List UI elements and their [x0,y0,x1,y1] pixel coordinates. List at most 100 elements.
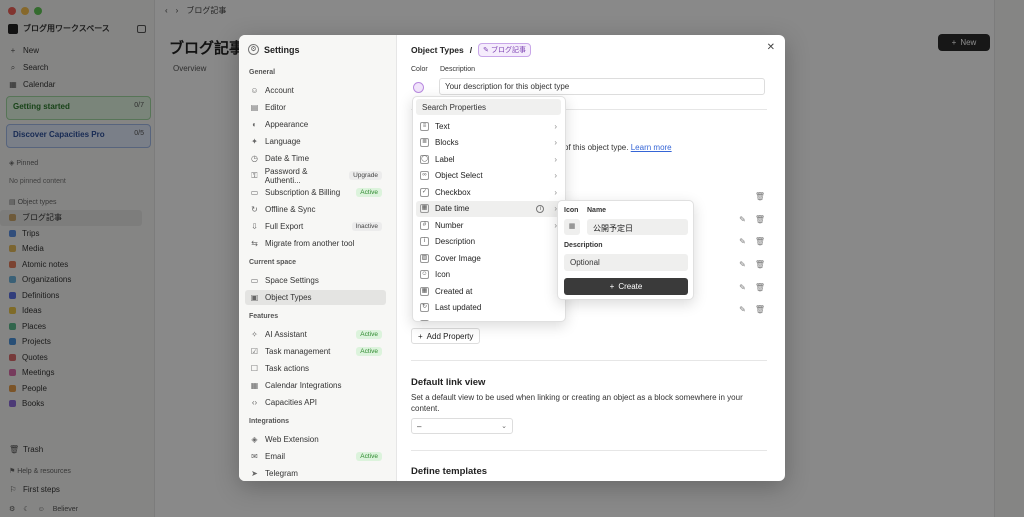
settings-nav-ai-assistant[interactable]: ✧ AI Assistant Active [245,327,386,342]
settings-nav-label: Task actions [265,364,310,373]
refresh-icon: ↻ [420,303,429,312]
text-icon: ≡ [420,121,429,131]
icon-label: Icon [564,207,579,214]
property-type-label: Description [435,237,476,246]
property-type-label: Label [435,154,455,164]
lock-icon: ⚿ [251,170,258,180]
info-icon[interactable]: i [536,204,545,213]
breadcrumb-object-types[interactable]: Object Types [411,45,464,55]
settings-group-header: Current space [249,259,297,266]
edit-icon[interactable]: ✎ [739,215,746,224]
property-type-label: Date time [435,204,470,213]
settings-nav-offline-sync[interactable]: ↻ Offline & Sync [245,202,386,217]
trash-icon[interactable]: 🗑 [755,215,765,224]
description-input[interactable]: Your description for this object type [439,78,765,95]
chevron-right-icon: › [554,187,557,197]
settings-nav-subscription-billing[interactable]: ▭ Subscription & Billing Active [245,185,386,200]
settings-nav-capacities-api[interactable]: ‹› Capacities API [245,395,386,410]
edit-icon[interactable]: ✎ [739,237,746,246]
property-row-actions: 🗑 [755,192,765,201]
settings-nav-email[interactable]: ✉ Email Active [245,449,386,464]
settings-nav-migrate-from-another-tool[interactable]: ⇆ Migrate from another tool [245,236,386,251]
property-row-actions: ✎ 🗑 [739,283,765,292]
settings-nav-label: Migrate from another tool [265,239,355,248]
edit-icon[interactable]: ✎ [739,283,746,292]
property-type-number[interactable]: # Number › [416,217,561,233]
edit-icon[interactable]: ✎ [739,260,746,269]
property-row-actions: ✎ 🗑 [739,215,765,224]
add-property-button[interactable]: + Add Property [411,328,481,344]
edit-icon[interactable]: ✎ [739,305,746,314]
description-label: Description [440,66,476,73]
property-type-date-time[interactable]: ▦ Date time i › [416,200,561,217]
settings-nav-label: Calendar Integrations [265,381,342,390]
settings-nav-label: Task management [265,347,331,356]
sparkle-icon: ✧ [251,330,258,339]
settings-nav-date-time[interactable]: ◷ Date & Time [245,151,386,166]
close-icon[interactable]: ✕ [767,42,775,53]
settings-nav-full-export[interactable]: ⇩ Full Export Inactive [245,219,386,234]
trash-icon[interactable]: 🗑 [755,305,765,314]
breadcrumb: Object Types / ✎ ブログ記事 [411,43,531,57]
property-type-description[interactable]: i Description [416,234,561,250]
settings-nav-object-types[interactable]: ▣ Object Types [245,290,386,305]
image-icon: ▨ [420,253,429,263]
settings-nav-label: Telegram [265,469,298,478]
property-description-input[interactable]: Optional [564,254,688,271]
property-icon-picker[interactable]: ▦ [564,219,580,235]
settings-nav-label: Email [265,452,286,461]
calendar-plus-icon: ▦ [420,286,429,296]
settings-nav-password-authenti[interactable]: ⚿ Password & Authenti... Upgrade [245,167,386,185]
property-type-created-at[interactable]: ▦ Created at [416,283,561,299]
link-icon: ∞ [420,171,429,180]
blocks-icon: ≣ [420,138,429,147]
property-type-blocks[interactable]: ≣ Blocks › [416,135,561,151]
code-icon: ‹› [251,398,258,407]
settings-nav-language[interactable]: ✦ Language [245,134,386,149]
plus-icon: + [418,331,423,341]
trash-icon[interactable]: 🗑 [755,237,765,246]
learn-more-link[interactable]: Learn more [631,143,672,152]
settings-group-header: General [249,69,276,76]
settings-nav-appearance[interactable]: ◐ Appearance [245,117,386,132]
property-type-text[interactable]: ≡ Text › [416,118,561,134]
settings-nav-calendar-integrations[interactable]: ▦ Calendar Integrations [245,378,386,393]
trash-icon[interactable]: 🗑 [755,260,765,269]
object-type-chip: ✎ ブログ記事 [478,43,531,57]
settings-nav-label: Editor [265,103,286,112]
create-button[interactable]: + Create [564,278,688,295]
search-properties-input[interactable]: Search Properties [416,99,561,115]
chevron-right-icon: › [554,121,557,131]
settings-nav-web-extension[interactable]: ◈ Web Extension [245,432,386,447]
property-type-aliases[interactable]: ≈ Aliases [416,316,561,322]
property-type-icon[interactable]: ☺ Icon [416,267,561,283]
export-icon: ⇩ [251,222,258,231]
hash-icon: # [420,220,429,230]
info-icon: i [420,237,429,246]
telegram-icon: ➤ [251,469,258,478]
breadcrumb-separator: / [469,45,473,55]
property-type-object-select[interactable]: ∞ Object Select › [416,168,561,184]
settings-nav-account[interactable]: ☺ Account [245,83,386,98]
property-type-checkbox[interactable]: ✓ Checkbox › [416,184,561,200]
property-type-label[interactable]: ◯ Label › [416,151,561,167]
property-type-label: Aliases [435,320,461,322]
trash-icon[interactable]: 🗑 [755,283,765,292]
color-label: Color [411,66,428,73]
property-type-cover-image[interactable]: ▨ Cover Image [416,250,561,266]
settings-nav-editor[interactable]: ▤ Editor [245,100,386,115]
settings-nav-telegram[interactable]: ➤ Telegram [245,466,386,481]
property-type-label: Blocks [435,138,459,147]
settings-nav-space-settings[interactable]: ▭ Space Settings [245,273,386,288]
settings-header: ⚙ Settings [248,44,300,55]
trash-icon[interactable]: 🗑 [755,192,765,201]
palette-icon: ◐ [252,120,257,129]
default-link-view-select[interactable]: – ⌄ [411,418,513,434]
settings-title: Settings [264,44,300,55]
property-name-input[interactable]: 公開予定日 [587,219,688,235]
property-row-actions: ✎ 🗑 [739,237,765,246]
color-picker[interactable] [413,82,424,93]
settings-nav-task-management[interactable]: ☑ Task management Active [245,344,386,359]
property-type-last-updated[interactable]: ↻ Last updated [416,300,561,316]
settings-nav-task-actions[interactable]: ☐ Task actions [245,361,386,376]
